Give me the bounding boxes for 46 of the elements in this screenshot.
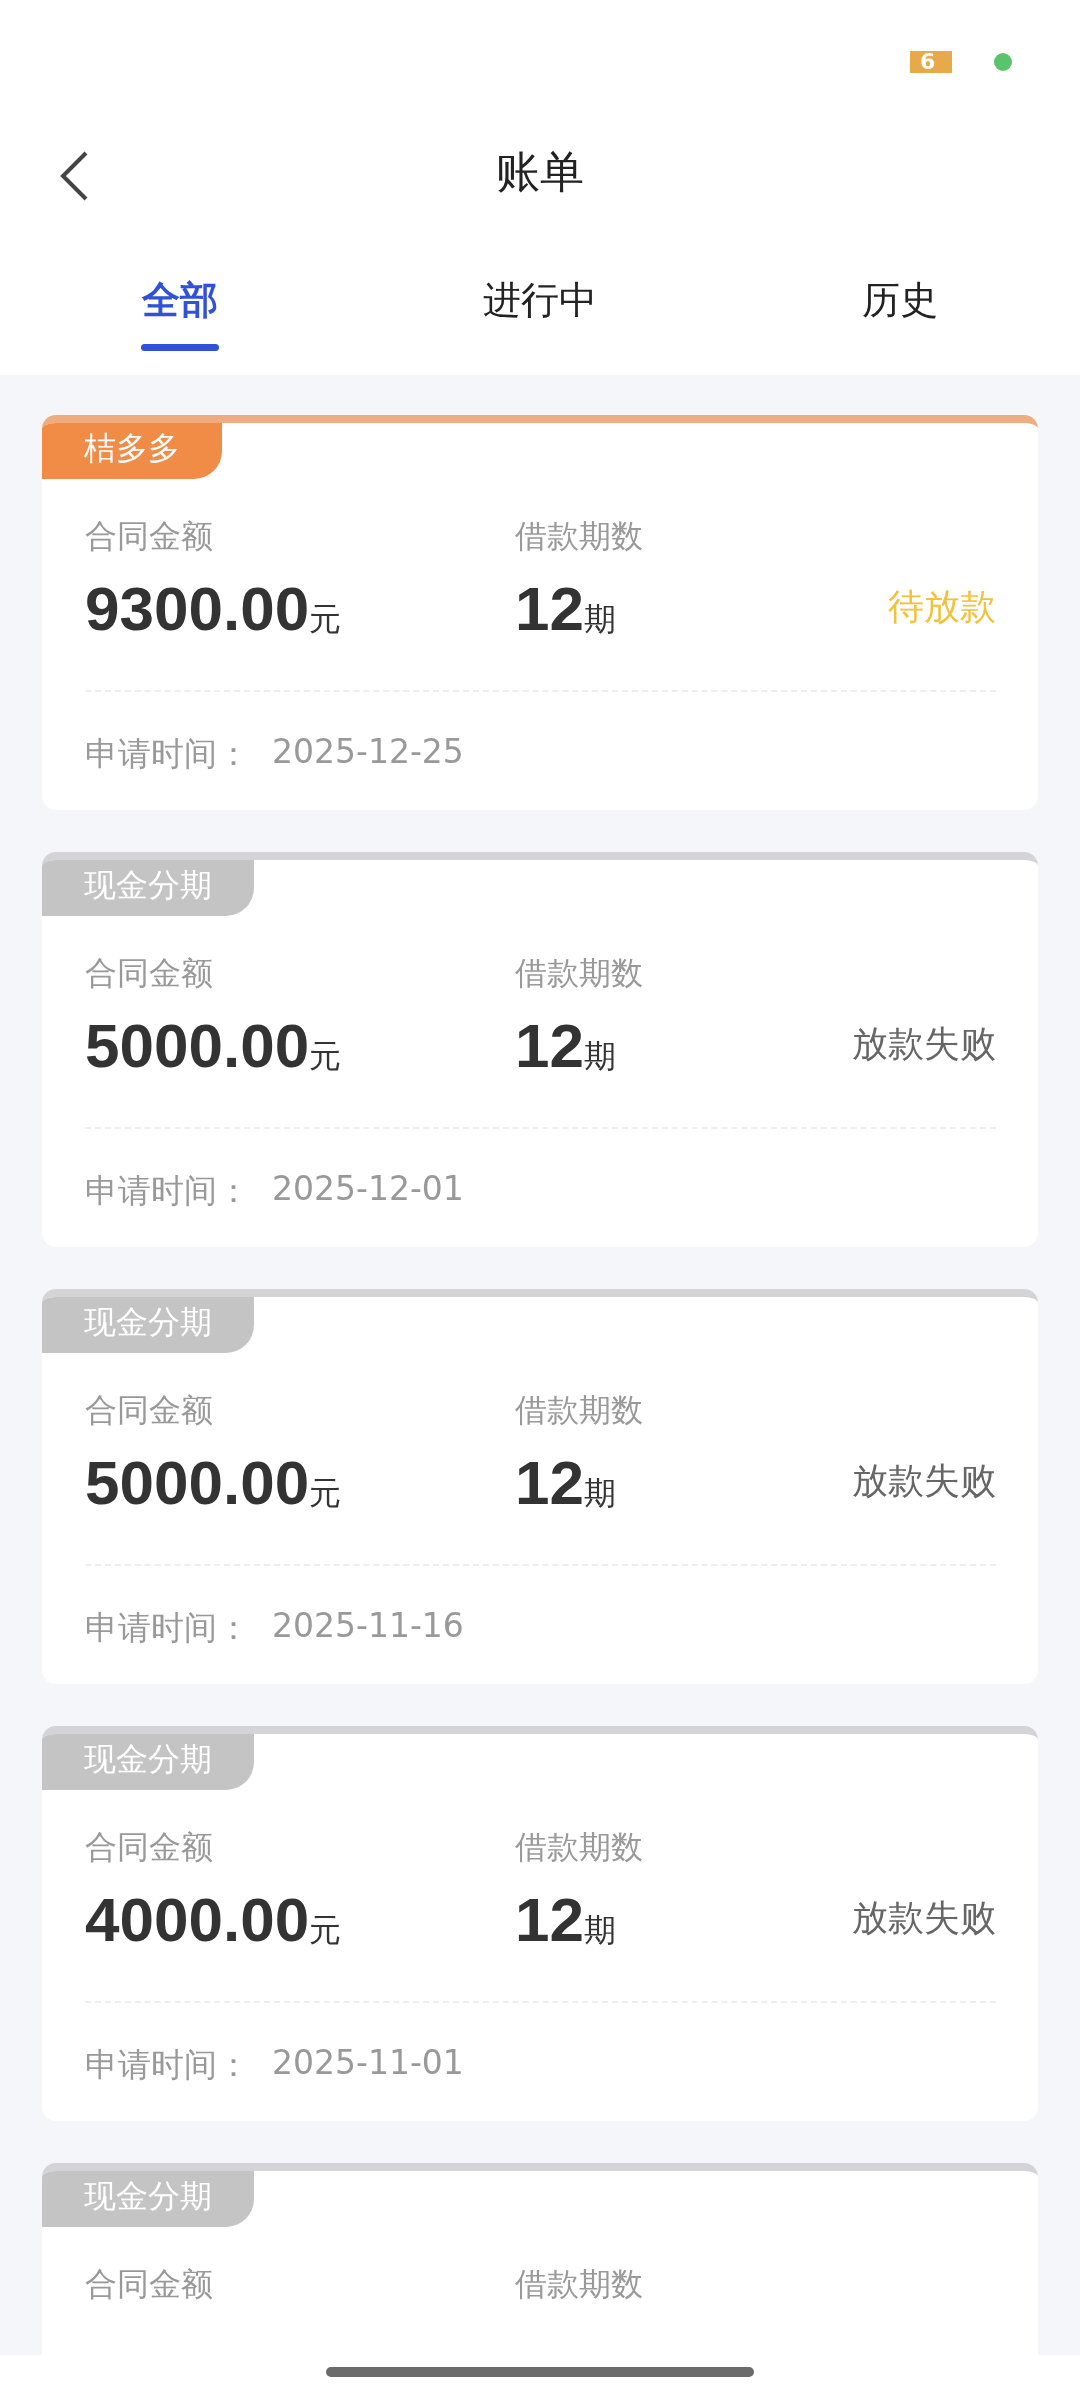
indicator-dot-icon [994,53,1012,71]
term-label: 借款期数 [515,1827,644,1868]
product-tag: 桔多多 [42,423,222,479]
product-tag: 现金分期 [42,2171,254,2227]
amount-value: 5000.00元 [85,1447,343,1518]
term-value: 12期 [515,573,617,644]
date-value: 2025-11-16 [272,1606,464,1647]
date-label: 申请时间： [85,733,250,775]
date-value: 2025-11-01 [272,2043,464,2084]
product-tag: 现金分期 [42,1734,254,1790]
amount-value: 5000.00元 [85,1010,343,1081]
loan-status: 放款失败 [852,1459,996,1503]
amount-label: 合同金额 [85,2264,214,2305]
amount-value: 9300.00元 [85,573,343,644]
tab[interactable]: 全部 [142,275,218,326]
term-label: 借款期数 [515,2264,644,2305]
bill-card[interactable]: 现金分期 合同金额 4000.00元 借款期数 12期 放款失败 申请时间： 2025-11-01 [42,1726,1038,2121]
bill-card[interactable]: 现金分期 合同金额 5000.00元 借款期数 12期 放款失败 申请时间： 2025-11-16 [42,1289,1038,1684]
amount-label: 合同金额 [85,1390,214,1431]
term-label: 借款期数 [515,516,644,557]
tab[interactable]: 进行中 [483,275,597,326]
date-label: 申请时间： [85,1170,250,1212]
bill-card[interactable]: 桔多多 合同金额 9300.00元 借款期数 12期 待放款 申请时间： 2025-12-25 [42,415,1038,810]
term-label: 借款期数 [515,953,644,994]
term-value: 12期 [515,1884,617,1955]
product-tag: 现金分期 [42,1297,254,1353]
amount-label: 合同金额 [85,953,214,994]
term-value: 12期 [515,1447,617,1518]
page-title: 账单 [496,145,584,199]
product-tag: 现金分期 [42,860,254,916]
amount-value: 4000.00元 [85,1884,343,1955]
term-label: 借款期数 [515,1390,644,1431]
tab[interactable]: 历史 [862,275,938,326]
loan-status: 放款失败 [852,1896,996,1940]
date-value: 2025-12-01 [272,1169,464,1210]
date-value: 2025-12-25 [272,732,464,773]
loan-status: 放款失败 [852,1022,996,1066]
amount-label: 合同金额 [85,1827,214,1868]
amount-label: 合同金额 [85,516,214,557]
loan-status: 待放款 [888,585,996,629]
bill-card[interactable]: 现金分期 合同金额 5000.00元 借款期数 12期 放款失败 申请时间： 2025-12-01 [42,852,1038,1247]
term-value: 12期 [515,1010,617,1081]
date-label: 申请时间： [85,1607,250,1649]
battery-icon: 6 [910,51,952,73]
back-icon[interactable] [58,150,90,202]
date-label: 申请时间： [85,2044,250,2086]
